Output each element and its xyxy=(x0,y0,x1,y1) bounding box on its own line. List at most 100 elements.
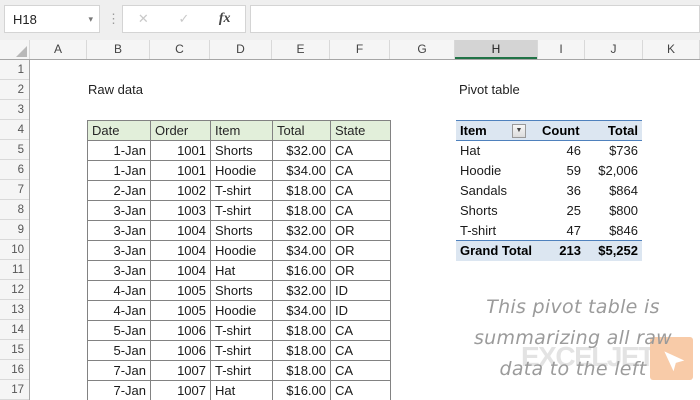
row-header-14[interactable]: 14 xyxy=(0,320,29,340)
raw-data-cell[interactable]: 1005 xyxy=(150,280,211,301)
raw-data-cell[interactable]: T-shirt xyxy=(210,340,273,361)
pivot-data-cell[interactable]: 59 xyxy=(538,161,585,181)
raw-data-cell[interactable]: 1004 xyxy=(150,240,211,261)
pivot-data-cell[interactable]: Hoodie xyxy=(456,161,538,181)
raw-data-cell[interactable]: CA xyxy=(330,160,391,181)
raw-data-cell[interactable]: $16.00 xyxy=(272,260,331,281)
row-header-2[interactable]: 2 xyxy=(0,80,29,100)
row-header-3[interactable]: 3 xyxy=(0,100,29,120)
pivot-data-cell[interactable]: $2,006 xyxy=(585,161,642,181)
column-header-K[interactable]: K xyxy=(643,40,700,59)
raw-data-cell[interactable]: 1007 xyxy=(150,380,211,400)
select-all-corner[interactable] xyxy=(0,40,30,59)
row-header-12[interactable]: 12 xyxy=(0,280,29,300)
raw-data-cell[interactable]: CA xyxy=(330,360,391,381)
column-header-J[interactable]: J xyxy=(585,40,643,59)
pivot-data-cell[interactable]: $846 xyxy=(585,221,642,241)
row-header-10[interactable]: 10 xyxy=(0,240,29,260)
raw-data-cell[interactable]: 1006 xyxy=(150,320,211,341)
raw-data-cell[interactable]: ID xyxy=(330,300,391,321)
raw-data-cell[interactable]: CA xyxy=(330,380,391,400)
row-header-8[interactable]: 8 xyxy=(0,200,29,220)
raw-data-cell[interactable]: OR xyxy=(330,240,391,261)
insert-function-icon[interactable]: fx xyxy=(204,11,245,27)
pivot-grand-total-cell[interactable]: 213 xyxy=(538,240,585,261)
column-header-D[interactable]: D xyxy=(210,40,272,59)
row-header-16[interactable]: 16 xyxy=(0,360,29,380)
row-header-15[interactable]: 15 xyxy=(0,340,29,360)
column-header-E[interactable]: E xyxy=(272,40,330,59)
raw-data-cell[interactable]: 4-Jan xyxy=(87,300,151,321)
pivot-data-cell[interactable]: 25 xyxy=(538,201,585,221)
raw-data-cell[interactable]: CA xyxy=(330,320,391,341)
row-header-1[interactable]: 1 xyxy=(0,60,29,80)
row-header-7[interactable]: 7 xyxy=(0,180,29,200)
raw-header-cell[interactable]: Date xyxy=(87,120,151,141)
pivot-data-cell[interactable]: Shorts xyxy=(456,201,538,221)
column-header-G[interactable]: G xyxy=(390,40,455,59)
raw-data-cell[interactable]: 1003 xyxy=(150,200,211,221)
raw-data-cell[interactable]: CA xyxy=(330,140,391,161)
name-box-dropdown-icon[interactable]: ▾ xyxy=(88,14,99,25)
raw-data-cell[interactable]: T-shirt xyxy=(210,320,273,341)
raw-data-cell[interactable]: $34.00 xyxy=(272,160,331,181)
row-header-5[interactable]: 5 xyxy=(0,140,29,160)
raw-data-cell[interactable]: Hoodie xyxy=(210,160,273,181)
pivot-data-cell[interactable]: $736 xyxy=(585,141,642,161)
pivot-header-cell[interactable]: Total xyxy=(585,120,642,141)
pivot-data-cell[interactable]: 36 xyxy=(538,181,585,201)
raw-data-cell[interactable]: Hat xyxy=(210,380,273,400)
formula-bar-input[interactable] xyxy=(250,5,700,33)
row-header-6[interactable]: 6 xyxy=(0,160,29,180)
raw-data-cell[interactable]: 7-Jan xyxy=(87,380,151,400)
raw-data-cell[interactable]: 1001 xyxy=(150,140,211,161)
raw-data-cell[interactable]: 3-Jan xyxy=(87,200,151,221)
raw-data-cell[interactable]: 1006 xyxy=(150,340,211,361)
column-header-H[interactable]: H xyxy=(455,40,538,59)
pivot-grand-total-cell[interactable]: Grand Total xyxy=(456,240,538,261)
raw-data-cell[interactable]: $32.00 xyxy=(272,280,331,301)
row-header-11[interactable]: 11 xyxy=(0,260,29,280)
raw-data-cell[interactable]: OR xyxy=(330,220,391,241)
raw-data-cell[interactable]: T-shirt xyxy=(210,180,273,201)
raw-data-cell[interactable]: $34.00 xyxy=(272,240,331,261)
raw-data-cell[interactable]: Shorts xyxy=(210,140,273,161)
raw-data-cell[interactable]: CA xyxy=(330,340,391,361)
raw-data-cell[interactable]: T-shirt xyxy=(210,200,273,221)
pivot-data-cell[interactable]: T-shirt xyxy=(456,221,538,241)
row-header-17[interactable]: 17 xyxy=(0,380,29,400)
raw-data-cell[interactable]: 2-Jan xyxy=(87,180,151,201)
raw-data-cell[interactable]: 3-Jan xyxy=(87,260,151,281)
row-header-13[interactable]: 13 xyxy=(0,300,29,320)
raw-header-cell[interactable]: Order xyxy=(150,120,211,141)
raw-data-cell[interactable]: 1005 xyxy=(150,300,211,321)
raw-data-cell[interactable]: 1007 xyxy=(150,360,211,381)
raw-data-cell[interactable]: $18.00 xyxy=(272,320,331,341)
pivot-data-cell[interactable]: Sandals xyxy=(456,181,538,201)
raw-data-cell[interactable]: OR xyxy=(330,260,391,281)
pivot-data-cell[interactable]: $800 xyxy=(585,201,642,221)
raw-data-cell[interactable]: Hoodie xyxy=(210,240,273,261)
raw-data-cell[interactable]: Shorts xyxy=(210,220,273,241)
raw-data-cell[interactable]: Hat xyxy=(210,260,273,281)
row-header-9[interactable]: 9 xyxy=(0,220,29,240)
raw-data-cell[interactable]: 3-Jan xyxy=(87,240,151,261)
raw-data-cell[interactable]: 1-Jan xyxy=(87,160,151,181)
column-header-C[interactable]: C xyxy=(150,40,210,59)
raw-data-cell[interactable]: 1-Jan xyxy=(87,140,151,161)
raw-data-cell[interactable]: $16.00 xyxy=(272,380,331,400)
column-header-A[interactable]: A xyxy=(30,40,87,59)
row-header-4[interactable]: 4 xyxy=(0,120,29,140)
column-header-B[interactable]: B xyxy=(87,40,150,59)
raw-data-cell[interactable]: 1001 xyxy=(150,160,211,181)
raw-data-cell[interactable]: Hoodie xyxy=(210,300,273,321)
pivot-header-cell[interactable]: Item ▼ xyxy=(456,120,538,141)
raw-header-cell[interactable]: Total xyxy=(272,120,331,141)
raw-data-cell[interactable]: 1002 xyxy=(150,180,211,201)
pivot-grand-total-cell[interactable]: $5,252 xyxy=(585,240,642,261)
pivot-data-cell[interactable]: 46 xyxy=(538,141,585,161)
raw-header-cell[interactable]: Item xyxy=(210,120,273,141)
raw-data-cell[interactable]: 1004 xyxy=(150,260,211,281)
column-header-I[interactable]: I xyxy=(538,40,585,59)
raw-data-cell[interactable]: 7-Jan xyxy=(87,360,151,381)
